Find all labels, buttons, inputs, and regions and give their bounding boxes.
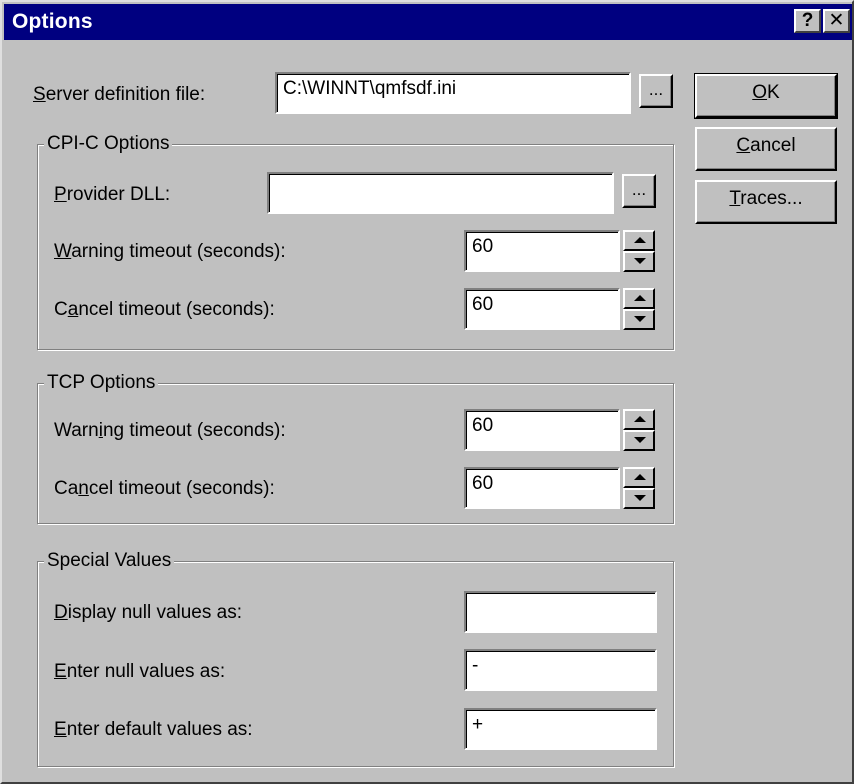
cpic-warning-label-rest: arning timeout (seconds): [71, 241, 286, 262]
tcp-warning-label-rest: ng timeout (seconds): [102, 420, 286, 441]
spin-up-button[interactable] [623, 467, 655, 488]
spin-up-button[interactable] [623, 288, 655, 309]
display-hotkey: D [54, 602, 68, 623]
cpic-warning-timeout-input[interactable]: 60 [464, 230, 620, 272]
spin-down-button[interactable] [623, 488, 655, 509]
cpic-cancel-spinner[interactable] [623, 288, 655, 330]
label-text: erver definition file: [45, 84, 206, 105]
provider-dll-label: Provider DLL: [54, 184, 170, 206]
tcp-cancel-label-rest: cel timeout (seconds): [88, 478, 275, 499]
spin-down-button[interactable] [623, 309, 655, 330]
traces-label: Traces... [697, 188, 835, 210]
spin-down-button[interactable] [623, 430, 655, 451]
browse-label: ... [648, 80, 664, 99]
cancel-button[interactable]: Cancel [695, 127, 837, 171]
provider-dll-input[interactable] [267, 172, 614, 214]
display-label-rest: isplay null values as: [67, 602, 242, 623]
arrow-up-icon [634, 416, 646, 422]
arrow-down-icon [634, 258, 646, 264]
enter-null-input[interactable]: - [464, 649, 657, 691]
traces-button[interactable]: Traces... [695, 180, 837, 224]
browse-label: ... [631, 180, 647, 199]
tcp-cancel-timeout-input[interactable]: 60 [464, 467, 620, 509]
cpic-cancel-label-rest: ncel timeout (seconds): [78, 299, 275, 320]
enter-null-hotkey: E [54, 661, 67, 682]
tcp-warning-spinner[interactable] [623, 409, 655, 451]
provider-label-rest: rovider DLL: [66, 184, 171, 205]
enter-null-label-rest: nter null values as: [66, 661, 226, 682]
ok-label: OK [697, 82, 835, 104]
tcp-warning-pre: Warn [54, 420, 99, 441]
spin-up-button[interactable] [623, 409, 655, 430]
cpic-cancel-pre: C [54, 299, 68, 320]
enter-null-label: Enter null values as: [54, 661, 225, 683]
arrow-up-icon [634, 237, 646, 243]
arrow-up-icon [634, 295, 646, 301]
options-dialog: Options ? ✕ Server definition file: C:\W… [0, 0, 854, 784]
traces-hotkey: T [729, 188, 741, 209]
server-definition-value: C:\WINNT\qmfsdf.ini [283, 78, 457, 99]
tcp-cancel-pre: Ca [54, 478, 79, 499]
provider-browse-button[interactable]: ... [622, 174, 656, 208]
tcp-warning-timeout-label: Warning timeout (seconds): [54, 420, 286, 442]
tcp-cancel-hotkey: n [78, 478, 89, 499]
enter-default-value: + [472, 714, 484, 735]
cpic-warning-timeout-value: 60 [472, 236, 494, 257]
enter-default-input[interactable]: + [464, 708, 657, 750]
arrow-down-icon [634, 437, 646, 443]
ok-label-rest: K [767, 82, 780, 103]
window-title: Options [12, 10, 93, 33]
cpic-warning-spinner[interactable] [623, 230, 655, 272]
traces-label-rest: races... [740, 188, 803, 209]
server-definition-label: Server definition file: [33, 84, 205, 106]
close-icon: ✕ [828, 10, 845, 31]
server-definition-input[interactable]: C:\WINNT\qmfsdf.ini [275, 72, 631, 114]
cpic-warning-timeout-label: Warning timeout (seconds): [54, 241, 286, 263]
cpic-warning-hotkey: W [54, 241, 72, 262]
close-button[interactable]: ✕ [823, 9, 850, 33]
arrow-down-icon [634, 495, 646, 501]
server-browse-button[interactable]: ... [639, 74, 673, 108]
help-icon: ? [801, 10, 814, 31]
ok-hotkey: O [752, 82, 768, 103]
enter-default-label: Enter default values as: [54, 719, 253, 741]
cpic-group-title: CPI-C Options [44, 133, 173, 155]
spin-down-button[interactable] [623, 251, 655, 272]
cpic-cancel-hotkey: a [67, 299, 79, 320]
hotkey-s: S [33, 84, 46, 105]
tcp-cancel-timeout-label: Cancel timeout (seconds): [54, 478, 275, 500]
arrow-down-icon [634, 316, 646, 322]
arrow-up-icon [634, 474, 646, 480]
provider-hotkey: P [54, 184, 67, 205]
tcp-cancel-timeout-value: 60 [472, 473, 494, 494]
tcp-group-title: TCP Options [44, 372, 159, 394]
enter-default-label-rest: nter default values as: [66, 719, 253, 740]
display-null-input[interactable] [464, 591, 657, 633]
enter-null-value: - [472, 655, 479, 676]
tcp-warning-timeout-value: 60 [472, 415, 494, 436]
cancel-hotkey: C [736, 135, 751, 156]
cpic-cancel-timeout-input[interactable]: 60 [464, 288, 620, 330]
cancel-label-rest: ancel [750, 135, 796, 156]
cpic-cancel-timeout-value: 60 [472, 294, 494, 315]
cancel-label: Cancel [697, 135, 835, 157]
help-button[interactable]: ? [794, 9, 821, 33]
spin-up-button[interactable] [623, 230, 655, 251]
display-null-label: Display null values as: [54, 602, 242, 624]
title-bar[interactable]: Options ? ✕ [4, 4, 852, 40]
tcp-warning-timeout-input[interactable]: 60 [464, 409, 620, 451]
enter-default-hotkey: E [54, 719, 67, 740]
tcp-cancel-spinner[interactable] [623, 467, 655, 509]
cpic-cancel-timeout-label: Cancel timeout (seconds): [54, 299, 275, 321]
special-group-title: Special Values [44, 550, 175, 572]
ok-button[interactable]: OK [694, 73, 838, 119]
